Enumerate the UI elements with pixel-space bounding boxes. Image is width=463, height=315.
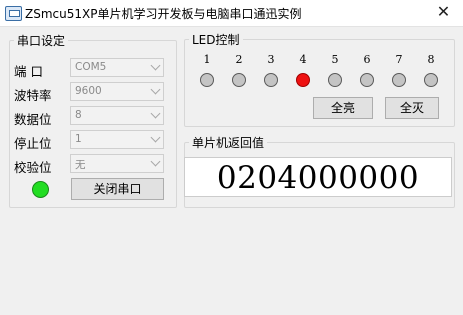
window-title: ZSmcu51XP单片机学习开发板与电脑串口通迅实例	[25, 7, 302, 21]
led-6-toggle[interactable]	[360, 73, 374, 87]
serial-settings-title: 串口设定	[14, 32, 69, 49]
led-4-toggle[interactable]	[296, 73, 310, 87]
all-on-button[interactable]: 全亮	[313, 97, 373, 119]
port-value: COM5	[75, 61, 107, 73]
led-8-toggle[interactable]	[424, 73, 438, 87]
data-bits-label: 数据位	[14, 112, 52, 127]
baud-rate-label: 波特率	[14, 88, 52, 103]
mcu-return-title: 单片机返回值	[189, 134, 268, 151]
mcu-return-display: 0204000000	[184, 157, 452, 197]
stop-bits-label: 停止位	[14, 136, 52, 151]
led-number: 7	[395, 53, 403, 66]
close-port-button[interactable]: 关闭串口	[71, 178, 164, 200]
led-number: 8	[427, 53, 435, 66]
led-number: 4	[299, 53, 307, 66]
led-3-toggle[interactable]	[264, 73, 278, 87]
led-number: 5	[331, 53, 339, 66]
led-2-toggle[interactable]	[232, 73, 246, 87]
port-label: 端 口	[14, 64, 43, 79]
chevron-down-icon	[150, 108, 161, 119]
all-off-button[interactable]: 全灭	[385, 97, 439, 119]
led-5-toggle[interactable]	[328, 73, 342, 87]
chevron-down-icon	[150, 60, 161, 71]
port-select[interactable]: COM5	[70, 58, 164, 77]
led-number: 2	[235, 53, 243, 66]
close-window-button[interactable]: ✕	[424, 0, 463, 26]
data-bits-select[interactable]: 8	[70, 106, 164, 125]
stop-bits-select[interactable]: 1	[70, 130, 164, 149]
mcu-return-value: 0204000000	[216, 160, 420, 196]
chevron-down-icon	[150, 156, 161, 167]
chevron-down-icon	[150, 84, 161, 95]
led-number: 3	[267, 53, 275, 66]
chevron-down-icon	[150, 132, 161, 143]
baud-rate-value: 9600	[75, 85, 102, 97]
led-1-toggle[interactable]	[200, 73, 214, 87]
app-icon	[5, 6, 22, 21]
port-status-indicator	[32, 181, 49, 198]
parity-value: 无	[75, 159, 86, 171]
baud-rate-select[interactable]: 9600	[70, 82, 164, 101]
led-number: 6	[363, 53, 371, 66]
title-bar: ZSmcu51XP单片机学习开发板与电脑串口通迅实例 ✕	[0, 0, 463, 27]
data-bits-value: 8	[75, 109, 82, 121]
parity-label: 校验位	[14, 160, 52, 175]
led-7-toggle[interactable]	[392, 73, 406, 87]
stop-bits-value: 1	[75, 133, 82, 145]
led-number: 1	[203, 53, 211, 66]
led-control-title: LED控制	[189, 31, 243, 48]
parity-select[interactable]: 无	[70, 154, 164, 173]
